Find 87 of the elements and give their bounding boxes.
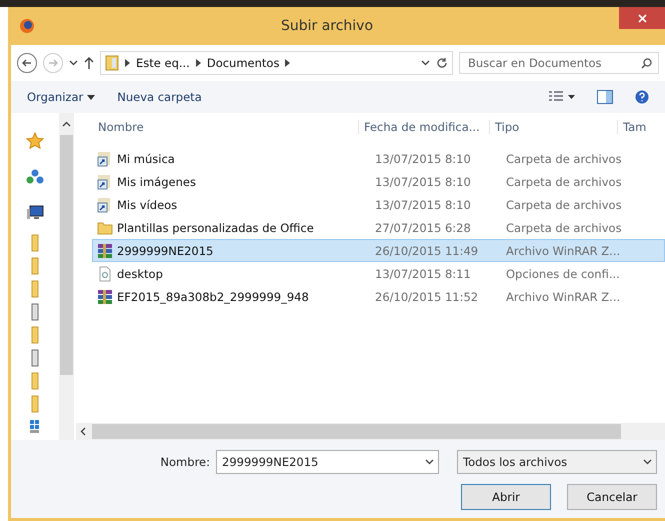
drive-icon[interactable] <box>31 348 39 366</box>
forward-arrow-icon <box>48 58 58 68</box>
file-row[interactable]: Mis imágenes 13/07/2015 8:10 Carpeta de archivos <box>92 170 665 193</box>
date-cell-text: 26/10/2015 11:52 <box>375 290 480 304</box>
breadcrumb[interactable]: Este eq... <box>136 56 190 70</box>
refresh-icon[interactable] <box>436 57 448 69</box>
caret-icon <box>87 94 96 100</box>
close-icon <box>638 14 646 22</box>
breadcrumb-arrow-icon <box>285 59 290 67</box>
back-arrow-icon <box>22 58 32 68</box>
shortcut-folder-icon <box>97 150 113 166</box>
recent-locations-caret-icon <box>69 60 78 66</box>
type-cell-text: Carpeta de archivos <box>506 198 623 212</box>
type-cell-text: Archivo WinRAR Z... <box>506 244 622 258</box>
file-name: Mis vídeos <box>117 198 178 212</box>
column-header[interactable]: Tam <box>617 120 665 134</box>
type-cell-text: Carpeta de archivos <box>506 174 623 188</box>
file-name: Plantillas personalizadas de Office <box>117 220 314 234</box>
folder-icon[interactable] <box>31 394 39 412</box>
search-icon <box>641 58 652 69</box>
column-header[interactable]: Nombre <box>76 120 358 134</box>
scrollbar-thumb[interactable] <box>60 135 73 375</box>
breadcrumb[interactable]: Documentos <box>206 56 280 70</box>
file-row[interactable]: Mi música 13/07/2015 8:10 Carpeta de archivos <box>92 147 665 170</box>
up-arrow-icon[interactable] <box>84 57 94 69</box>
library-icon[interactable] <box>30 420 40 434</box>
breadcrumb-arrow-icon <box>196 59 201 67</box>
date-cell-text: 13/07/2015 8:11 <box>375 266 472 280</box>
folder-icon[interactable] <box>31 326 39 344</box>
file-type-dropdown[interactable]: Todos los archivos <box>457 450 657 474</box>
open-button[interactable]: Abrir <box>461 484 551 510</box>
browser-logo-icon <box>19 18 35 34</box>
view-list-icon[interactable] <box>549 91 575 103</box>
folder-icon[interactable] <box>31 256 39 274</box>
folder-icon[interactable] <box>31 372 39 390</box>
date-cell-text: 13/07/2015 8:10 <box>375 198 472 212</box>
file-row[interactable]: EF2015_89a308b2_2999999_948 26/10/2015 11:52 Archivo WinRAR Z... <box>92 285 665 308</box>
archive-stack-icon <box>97 288 113 304</box>
date-cell-text: 26/10/2015 11:49 <box>375 244 480 258</box>
scroll-left-icon[interactable] <box>80 427 86 436</box>
close-button[interactable] <box>619 7 665 29</box>
shortcut-folder-icon <box>97 174 113 190</box>
date-cell-text: 13/07/2015 8:10 <box>375 174 472 188</box>
star-icon[interactable] <box>26 132 44 150</box>
dropdown-caret-icon <box>421 60 430 66</box>
column-header[interactable]: Tipo <box>489 120 617 134</box>
drive-icon[interactable] <box>31 302 39 320</box>
column-header[interactable]: Fecha de modifica... <box>358 120 489 134</box>
preview-pane-icon[interactable] <box>597 90 613 104</box>
scrollbar-thumb[interactable] <box>92 424 621 439</box>
file-name-label: Nombre: <box>160 455 210 469</box>
file-name: EF2015_89a308b2_2999999_948 <box>117 290 309 304</box>
folder-icon <box>105 55 119 71</box>
date-cell-text: 27/07/2015 6:28 <box>375 220 472 234</box>
new-folder-button[interactable]: Nueva carpeta <box>117 90 202 104</box>
shortcut-folder-icon <box>97 196 113 212</box>
folder-icon[interactable] <box>31 280 39 298</box>
settings-file-icon <box>97 266 113 282</box>
type-cell-text: Opciones de confi... <box>506 266 621 280</box>
window-title: Subir archivo <box>280 18 374 34</box>
search-field[interactable]: Buscar en Documentos <box>459 52 659 74</box>
folder-icon <box>97 220 113 236</box>
type-cell-text: Carpeta de archivos <box>506 152 623 166</box>
file-row[interactable]: desktop 13/07/2015 8:11 Opciones de confi... <box>92 262 665 285</box>
back-button[interactable] <box>17 53 37 73</box>
caret-icon <box>425 459 434 465</box>
file-row[interactable]: 2999999NE2015 26/10/2015 11:49 Archivo WinRAR Z... <box>92 239 665 262</box>
archive-stack-icon <box>97 242 113 258</box>
file-row[interactable]: Mis vídeos 13/07/2015 8:10 Carpeta de archivos <box>92 193 665 216</box>
address-bar[interactable]: Este eq... Documentos <box>100 51 453 75</box>
type-cell-text: Archivo WinRAR Z... <box>506 290 622 304</box>
file-row[interactable]: Plantillas personalizadas de Office 27/07/2015 6:28 Carpeta de archivos <box>92 216 665 239</box>
date-cell-text: 13/07/2015 8:10 <box>375 152 472 166</box>
help-icon[interactable] <box>635 90 649 104</box>
computer-icon[interactable] <box>26 205 44 221</box>
cancel-button[interactable]: Cancelar <box>567 484 657 510</box>
file-name: 2999999NE2015 <box>117 244 214 258</box>
file-name: Mi música <box>117 152 175 166</box>
organize-menu[interactable]: Organizar <box>27 90 96 104</box>
breadcrumb-arrow-icon <box>125 59 130 67</box>
folder-icon[interactable] <box>31 234 39 252</box>
caret-icon <box>643 459 652 465</box>
file-name: desktop <box>117 266 163 280</box>
type-cell-text: Carpeta de archivos <box>506 220 623 234</box>
file-name: Mis imágenes <box>117 174 196 188</box>
file-name-field[interactable]: 2999999NE2015 <box>216 450 439 474</box>
network-icon[interactable] <box>26 168 44 186</box>
